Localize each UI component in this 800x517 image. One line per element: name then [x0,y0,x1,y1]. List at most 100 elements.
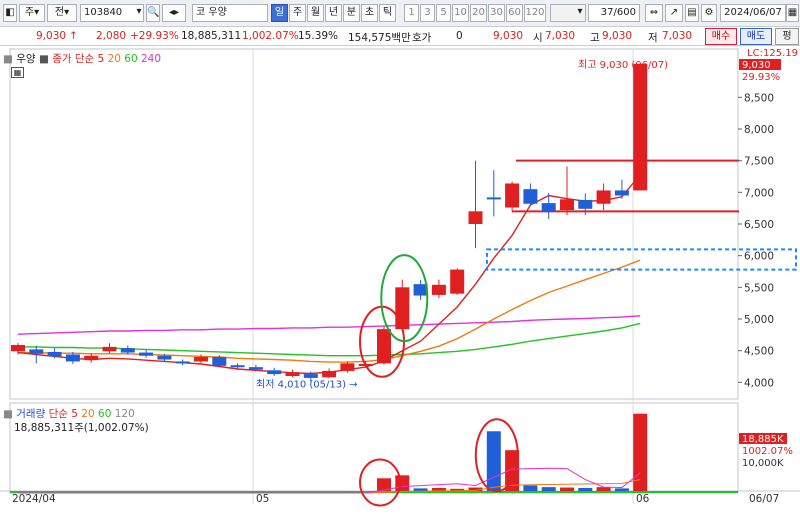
hoga-label: 호가 [412,32,432,44]
vol-legend-label: 거래량 [16,408,46,420]
stock-code-value: 103840 [84,7,123,18]
legend-ma20: 20 [107,53,121,65]
period-10-label: 10 [454,7,467,18]
candle-down [486,197,501,200]
candle-up [596,190,611,204]
x-label-jun: 06 [636,493,650,505]
period-60[interactable]: 60 [506,4,523,22]
candle-up [395,287,410,330]
vol-legend-ma60: 60 [98,408,112,420]
data-count-value: 37 [600,7,614,18]
price-tick-label: 4,500 [744,346,774,358]
period-120[interactable]: 120 [524,4,546,22]
price-tick-label: 5,500 [744,282,774,294]
candle-up [340,363,355,371]
period-minute-label: 분 [346,7,357,18]
price-tick-label: 6,500 [744,219,774,231]
period-20[interactable]: 20 [470,4,487,22]
volume-bar [395,475,410,493]
market-label: 주 [24,7,35,18]
save-icon[interactable]: ▤ [685,4,699,22]
period-1[interactable]: 1 [404,4,419,22]
period-tick[interactable]: 틱 [379,4,396,22]
draw-tool-icon[interactable]: ↗ [665,4,683,22]
period-5[interactable]: 5 [436,4,451,22]
period-1-label: 1 [408,7,415,18]
period-3[interactable]: 3 [420,4,435,22]
gear-icon[interactable]: ⚙ [701,4,717,22]
x-label-may: 05 [256,493,269,505]
search-icon[interactable]: 🔍 [146,4,160,22]
calendar-icon[interactable]: ▦ [786,4,799,22]
stock-name-field[interactable]: 코 우양 [192,4,268,22]
current-price-tag-pct: 29.93% [742,72,780,83]
candle-down [614,190,629,196]
candle-down [303,374,318,378]
candle-down [578,199,593,209]
candle-down [65,354,80,362]
candle-down [230,365,245,368]
market-select[interactable]: 주▾ [19,4,45,22]
period-minute[interactable]: 분 [343,4,360,22]
period-week[interactable]: 주 [289,4,306,22]
chart-canvas[interactable]: 최고 9,030 (06/07) 최저 4,010 (05/13) → 8,500… [0,47,800,514]
volume-value-text: 18,885,311주(1,002.07%) [14,422,149,434]
eval-button[interactable]: 평 [775,28,799,45]
lc-label: LC:125.19 [747,48,798,59]
custom-period-dropdown-icon[interactable]: ▾ [574,4,586,22]
period-day[interactable]: 일 [271,4,288,22]
period-30[interactable]: 30 [488,4,505,22]
zoom-icon[interactable]: ⇔ [645,4,663,22]
volume-axis-mid: 10,000K [742,458,784,469]
type-select[interactable]: 전▾ [47,4,77,22]
grid [0,48,800,504]
period-month[interactable]: 월 [307,4,324,22]
price-panel-frame [9,48,739,400]
legend-ma-label: 종가 단순 [52,53,95,65]
vol-legend-square-icon: ■ [3,408,13,420]
hoga-value: 0 [456,30,463,42]
candle-down [47,351,62,357]
vol-legend-ma5: 5 [71,408,78,420]
price-axis: 8,500 8,000 7,500 7,000 6,500 6,000 5,500 5,000… [12,48,798,505]
period-day-label: 일 [274,7,285,18]
open-label: 시 [533,32,543,44]
period-tick-label: 틱 [382,7,393,18]
candle-up [431,284,446,295]
price-tick-label: 4,000 [744,377,774,389]
current-price-tag: 9,030 [742,60,771,71]
candle-up [194,357,208,362]
stock-chart[interactable]: 최고 9,030 (06/07) 최저 4,010 (05/13) → 8,500… [0,47,800,514]
candle-up [468,211,483,224]
prev-next-icon[interactable]: ◂▸ [162,4,186,22]
turnover-rate: 15.39% [298,30,339,42]
period-second[interactable]: 초 [361,4,378,22]
chart-type-icon[interactable]: ◧ [3,4,17,22]
price-tick-label: 8,500 [744,92,774,104]
candle-up [285,372,300,376]
buy-button[interactable]: 매수 [705,28,737,45]
vol-legend-ma20: 20 [81,408,95,420]
price-change-pct: +29.93% [130,30,179,42]
volume-tag-pct: 1002.07% [742,446,793,457]
code-dropdown-icon[interactable]: ▾ [133,4,145,22]
ma20-line [18,259,641,363]
open-price: 7,030 [545,30,576,42]
sell-button[interactable]: 매도 [740,28,772,45]
type-label: 전 [54,7,65,18]
period-year-label: 년 [328,7,339,18]
period-5-label: 5 [440,7,447,18]
price-tick-label: 7,500 [744,156,774,168]
period-10[interactable]: 10 [452,4,469,22]
date-field[interactable]: 2024/06/07 [720,4,786,22]
candle-down [175,361,190,364]
candle-up [84,355,99,361]
candle-down [157,355,172,360]
high-annotation: 최고 9,030 (06/07) [578,59,668,71]
grid-toggle-icon[interactable]: ▦ [11,67,24,78]
data-count-field[interactable]: 37/600 [588,4,640,22]
volume-value: 18,885,311 [181,30,242,42]
legend-ma240: 240 [141,53,162,65]
hoga-price: 9,030 [493,30,524,42]
period-year[interactable]: 년 [325,4,342,22]
